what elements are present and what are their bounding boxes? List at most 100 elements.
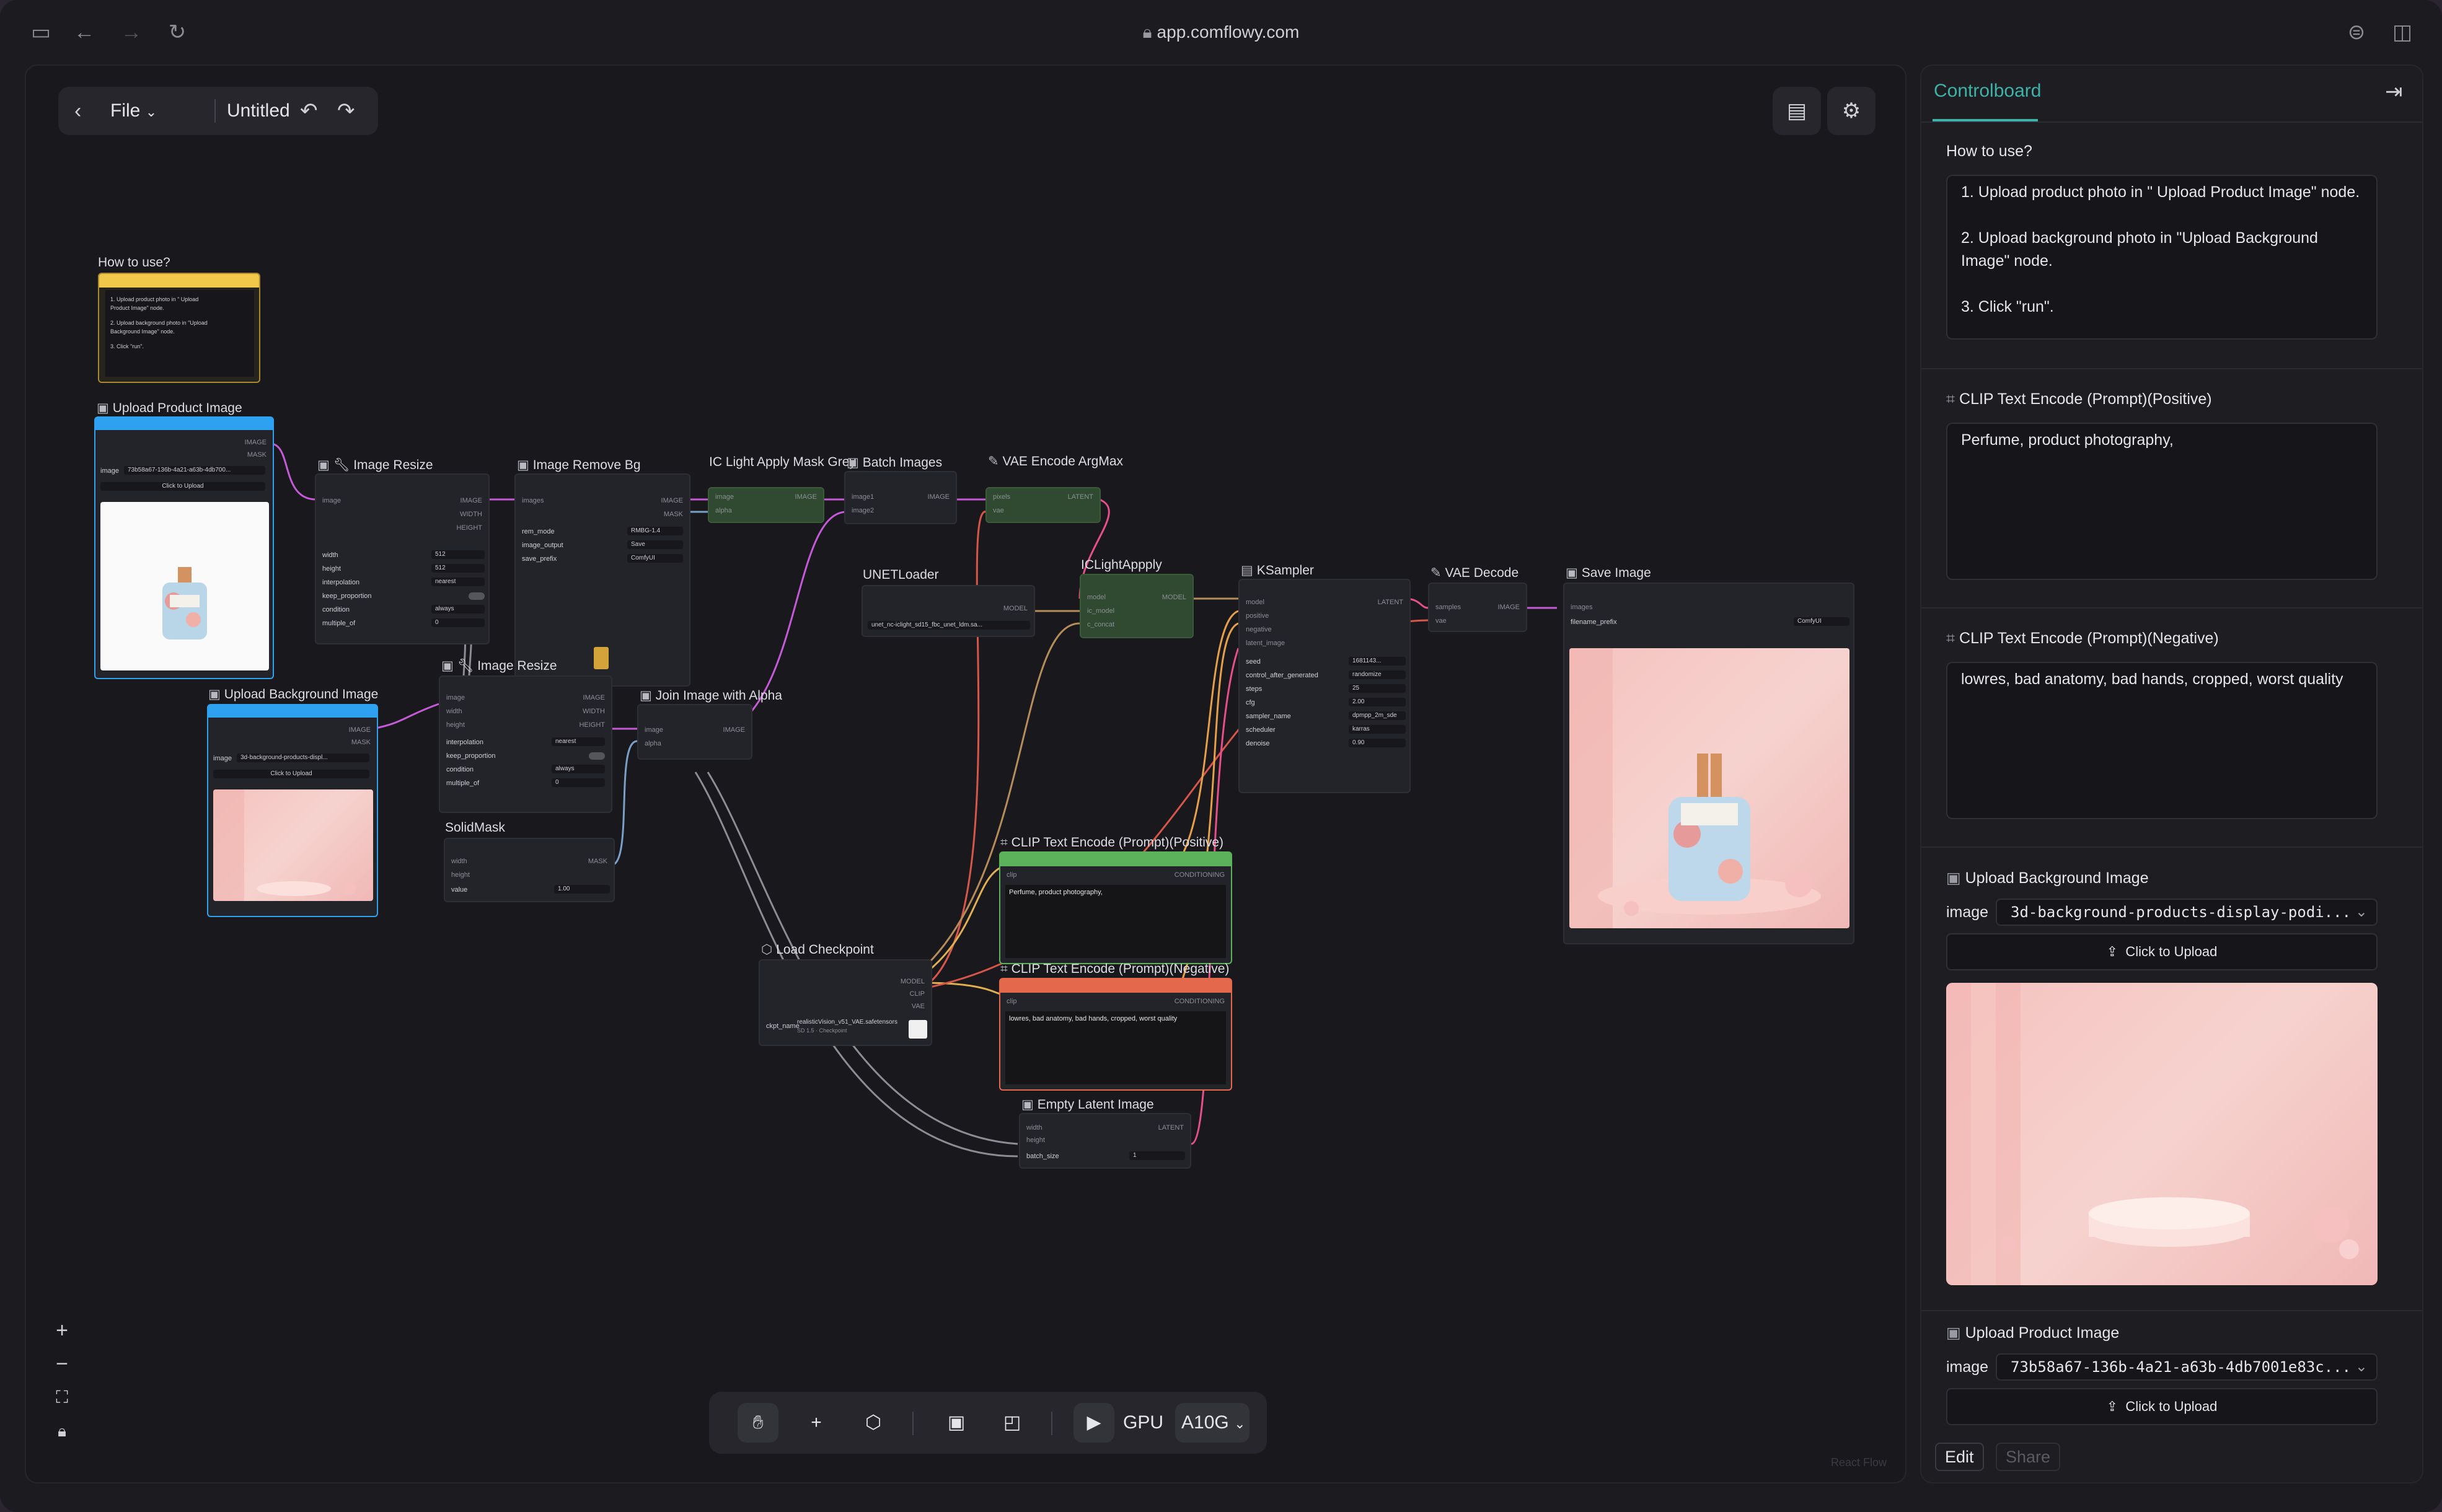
port-latent[interactable]: LATENT bbox=[1068, 493, 1093, 501]
port-alpha[interactable]: alpha bbox=[645, 740, 661, 747]
port-vae[interactable]: vae bbox=[1435, 617, 1447, 625]
workflow-canvas[interactable]: ‹ File ⌄ Untitled ↶ ↷ ▤ ⚙ How to use? 1.… bbox=[25, 64, 1906, 1483]
run-play-icon[interactable]: ▶ bbox=[1073, 1403, 1114, 1443]
condition-select[interactable]: always bbox=[552, 765, 605, 773]
vae-decode-node[interactable]: samples vae IMAGE bbox=[1428, 582, 1527, 632]
load-checkpoint-node[interactable]: MODEL CLIP VAE ckpt_name realisticVision… bbox=[759, 959, 932, 1046]
zoom-in-icon[interactable]: + bbox=[45, 1314, 79, 1347]
hand-tool-icon[interactable]: ✋︎ bbox=[738, 1403, 778, 1443]
port-conditioning[interactable]: CONDITIONING bbox=[1175, 871, 1225, 879]
port-width[interactable]: width bbox=[1026, 1124, 1042, 1132]
port-model-out[interactable]: MODEL bbox=[1162, 594, 1186, 601]
upload-product-node[interactable]: IMAGE MASK image 73b58a67-136b-4a21-a63b… bbox=[94, 416, 274, 679]
product-upload-button[interactable]: ⇪ Click to Upload bbox=[1946, 1388, 2378, 1425]
steps-input[interactable]: 25 bbox=[1349, 684, 1406, 693]
zoom-out-icon[interactable]: − bbox=[45, 1347, 79, 1381]
prompt-textarea[interactable]: lowres, bad anatomy, bad hands, cropped,… bbox=[1005, 1011, 1226, 1084]
port-image[interactable]: image bbox=[645, 726, 663, 734]
checkpoint-select[interactable]: realisticVision_v51_VAE.safetensors bbox=[797, 1019, 897, 1026]
tab-controlboard[interactable]: Controlboard bbox=[1934, 81, 2041, 102]
positive-prompt-textarea[interactable]: Perfume, product photography, bbox=[1946, 423, 2378, 580]
address-bar[interactable]: 🔒︎ app.comflowy.com bbox=[1116, 19, 1326, 46]
unet-loader-node[interactable]: MODEL unet_nc-iclight_sd15_fbc_unet_ldm.… bbox=[862, 585, 1035, 637]
extensions-icon[interactable]: ⊜ bbox=[2343, 19, 2370, 46]
multiple-of-input[interactable]: 0 bbox=[552, 778, 605, 787]
join-alpha-node[interactable]: image alpha IMAGE bbox=[637, 704, 752, 760]
upload-button[interactable]: Click to Upload bbox=[100, 482, 265, 491]
reload-icon[interactable]: ↻ bbox=[164, 19, 191, 46]
vae-encode-node[interactable]: pixels vae LATENT bbox=[985, 487, 1101, 523]
batch-size-input[interactable]: 1 bbox=[1129, 1151, 1185, 1160]
save-image-node[interactable]: images filename_prefix ComfyUI bbox=[1563, 582, 1854, 944]
ksampler-node[interactable]: model positive negative latent_image LAT… bbox=[1238, 579, 1411, 793]
port-image1[interactable]: image1 bbox=[852, 493, 874, 501]
share-button[interactable]: Share bbox=[1996, 1443, 2061, 1471]
port-image[interactable]: IMAGE bbox=[349, 726, 371, 734]
port-height[interactable]: height bbox=[1026, 1136, 1045, 1144]
width-input[interactable]: 512 bbox=[431, 550, 485, 559]
keep-proportion-toggle[interactable] bbox=[469, 592, 485, 600]
port-c-concat[interactable]: c_concat bbox=[1087, 621, 1114, 628]
port-width-out[interactable]: WIDTH bbox=[583, 708, 605, 715]
port-image-out[interactable]: IMAGE bbox=[461, 497, 482, 504]
denoise-input[interactable]: 0.90 bbox=[1349, 739, 1406, 747]
port-image-out[interactable]: IMAGE bbox=[583, 694, 605, 701]
gpu-select[interactable]: A10G ⌄ bbox=[1175, 1403, 1250, 1443]
lock-icon[interactable]: 🔒︎ bbox=[45, 1414, 79, 1448]
port-image-out[interactable]: IMAGE bbox=[795, 493, 817, 501]
port-image[interactable]: image bbox=[715, 493, 734, 501]
port-width[interactable]: WIDTH bbox=[460, 511, 482, 518]
image-select[interactable]: 3d-background-products-displ... bbox=[237, 754, 369, 762]
background-upload-button[interactable]: ⇪ Click to Upload bbox=[1946, 933, 2378, 970]
back-icon[interactable]: ← bbox=[71, 19, 98, 46]
condition-select[interactable]: always bbox=[431, 605, 485, 613]
layout-icon[interactable]: ◰ bbox=[992, 1403, 1033, 1443]
control-after-select[interactable]: randomize bbox=[1349, 670, 1406, 679]
port-clip[interactable]: CLIP bbox=[910, 990, 925, 998]
interpolation-select[interactable]: nearest bbox=[431, 578, 485, 586]
save-prefix-input[interactable]: ComfyUI bbox=[627, 554, 683, 563]
port-mask-out[interactable]: MASK bbox=[588, 858, 607, 865]
add-node-icon[interactable]: + bbox=[796, 1403, 837, 1443]
sampler-select[interactable]: dpmpp_2m_sde bbox=[1349, 711, 1406, 720]
empty-latent-node[interactable]: width height LATENT batch_size 1 bbox=[1019, 1113, 1191, 1169]
port-image-out[interactable]: IMAGE bbox=[723, 726, 745, 734]
react-flow-attribution[interactable]: React Flow bbox=[1831, 1456, 1887, 1469]
port-conditioning[interactable]: CONDITIONING bbox=[1175, 998, 1225, 1005]
port-image-out[interactable]: IMAGE bbox=[1498, 604, 1520, 611]
port-image2[interactable]: image2 bbox=[852, 507, 874, 514]
port-latent-out[interactable]: LATENT bbox=[1158, 1124, 1184, 1132]
batch-images-node[interactable]: image1 image2 IMAGE bbox=[844, 471, 957, 524]
clip-positive-node[interactable]: clip CONDITIONING Perfume, product photo… bbox=[999, 851, 1232, 964]
port-height[interactable]: HEIGHT bbox=[456, 524, 482, 532]
height-input[interactable]: 512 bbox=[431, 564, 485, 573]
port-width[interactable]: width bbox=[446, 708, 462, 715]
upload-background-node[interactable]: IMAGE MASK image 3d-background-products-… bbox=[207, 704, 378, 917]
port-alpha[interactable]: alpha bbox=[715, 507, 732, 514]
port-height[interactable]: height bbox=[446, 721, 465, 729]
port-positive[interactable]: positive bbox=[1246, 612, 1269, 620]
port-width[interactable]: width bbox=[451, 858, 467, 865]
port-latent-image[interactable]: latent_image bbox=[1246, 640, 1285, 647]
collapse-panel-icon[interactable]: ⇥ bbox=[2385, 79, 2403, 104]
image-output-select[interactable]: Save bbox=[627, 540, 683, 549]
port-model[interactable]: model bbox=[1246, 599, 1264, 606]
scheduler-select[interactable]: karras bbox=[1349, 725, 1406, 734]
port-image[interactable]: image bbox=[446, 694, 465, 701]
interpolation-select[interactable]: nearest bbox=[552, 737, 605, 746]
image-resize-node[interactable]: image IMAGE WIDTH HEIGHT width 512 heigh… bbox=[315, 473, 490, 644]
port-mask[interactable]: MASK bbox=[351, 739, 371, 746]
port-clip[interactable]: clip bbox=[1007, 998, 1017, 1005]
port-image[interactable]: image bbox=[322, 497, 341, 504]
port-model[interactable]: MODEL bbox=[901, 978, 925, 985]
port-image[interactable]: IMAGE bbox=[245, 439, 267, 446]
port-images[interactable]: images bbox=[1571, 604, 1592, 611]
edit-button[interactable]: Edit bbox=[1935, 1443, 1984, 1471]
image-select[interactable]: 73b58a67-136b-4a21-a63b-4db700... bbox=[124, 466, 265, 475]
prompt-textarea[interactable]: Perfume, product photography, bbox=[1005, 885, 1226, 958]
forward-icon[interactable]: → bbox=[118, 19, 145, 46]
keep-proportion-toggle[interactable] bbox=[589, 752, 605, 760]
port-image-out[interactable]: IMAGE bbox=[928, 493, 950, 501]
port-vae[interactable]: VAE bbox=[912, 1003, 925, 1010]
port-mask-out[interactable]: MASK bbox=[664, 511, 683, 518]
